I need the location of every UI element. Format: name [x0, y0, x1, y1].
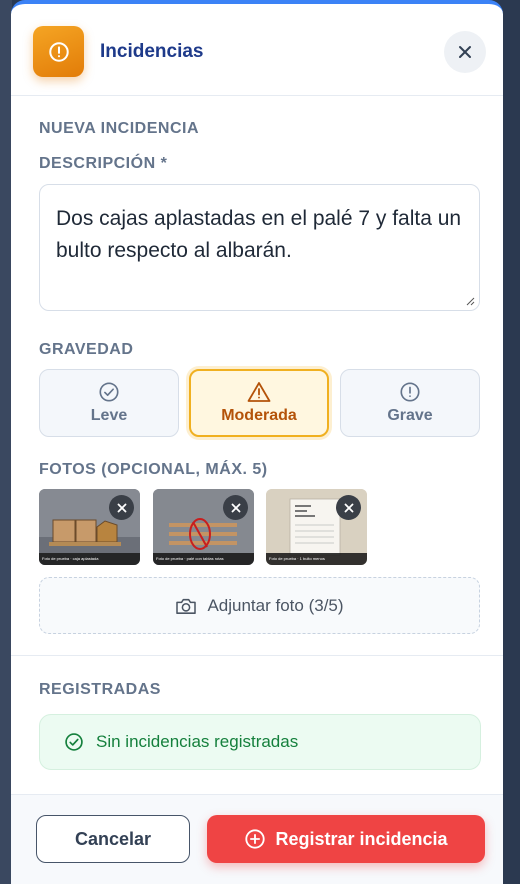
photo-thumbnail[interactable]: Foto de prueba · caja aplastada [39, 489, 140, 565]
alert-circle-icon [400, 382, 420, 402]
close-icon [231, 503, 240, 512]
section-title: NUEVA INCIDENCIA [39, 120, 200, 137]
photo-thumbnail[interactable]: Foto de prueba · 1 bulto menos [266, 489, 367, 565]
resize-handle-icon[interactable] [465, 296, 475, 306]
modal-title: Incidencias [100, 41, 204, 62]
attach-photo-button[interactable]: Adjuntar foto (3/5) [39, 577, 480, 634]
divider [11, 655, 503, 656]
severity-option-leve[interactable]: Leve [39, 369, 179, 437]
plus-circle-icon [245, 829, 266, 849]
close-icon [344, 503, 353, 512]
remove-photo-button[interactable] [223, 495, 248, 520]
close-icon [459, 46, 471, 58]
severity-option-label: Moderada [221, 407, 297, 424]
register-incident-button[interactable]: Registrar incidencia [207, 815, 485, 863]
photo-caption: Foto de prueba · palé con tablas rotas [153, 553, 254, 565]
empty-state-text: Sin incidencias registradas [96, 732, 299, 751]
severity-option-label: Leve [90, 407, 128, 424]
backdrop [500, 0, 520, 884]
modal-footer: Cancelar Registrar incidencia [11, 794, 503, 884]
photo-thumbnail[interactable]: Foto de prueba · palé con tablas rotas [153, 489, 254, 565]
registered-label: REGISTRADAS [39, 681, 161, 698]
description-text: Dos cajas aplastadas en el palé 7 y falt… [56, 207, 462, 262]
photo-caption: Foto de prueba · 1 bulto menos [266, 553, 367, 565]
severity-label: GRAVEDAD [39, 341, 134, 358]
severity-option-grave[interactable]: Grave [340, 369, 480, 437]
close-icon [117, 503, 126, 512]
cancel-button[interactable]: Cancelar [36, 815, 190, 863]
close-button[interactable] [444, 31, 486, 73]
severity-option-moderada[interactable]: Moderada [189, 369, 329, 437]
photo-caption: Foto de prueba · caja aplastada [39, 553, 140, 565]
severity-option-label: Grave [387, 407, 433, 424]
photos-label: FOTOS (OPCIONAL, MÁX. 5) [39, 461, 268, 478]
check-circle-icon [99, 382, 119, 402]
check-circle-icon [65, 733, 83, 751]
empty-state-banner: Sin incidencias registradas [39, 714, 481, 770]
description-label: DESCRIPCIÓN * [39, 155, 168, 172]
cancel-label: Cancelar [74, 828, 152, 849]
alert-circle-icon [33, 26, 84, 77]
camera-icon [176, 598, 197, 614]
incident-modal: Incidencias NUEVA INCIDENCIA DESCRIPCIÓN… [11, 0, 503, 884]
remove-photo-button[interactable] [336, 495, 361, 520]
modal-header: Incidencias [11, 4, 503, 96]
remove-photo-button[interactable] [109, 495, 134, 520]
description-field[interactable]: Dos cajas aplastadas en el palé 7 y falt… [39, 184, 480, 311]
warning-triangle-icon [247, 382, 271, 402]
attach-photo-label: Adjuntar foto (3/5) [207, 595, 344, 615]
register-incident-label: Registrar incidencia [275, 828, 448, 849]
